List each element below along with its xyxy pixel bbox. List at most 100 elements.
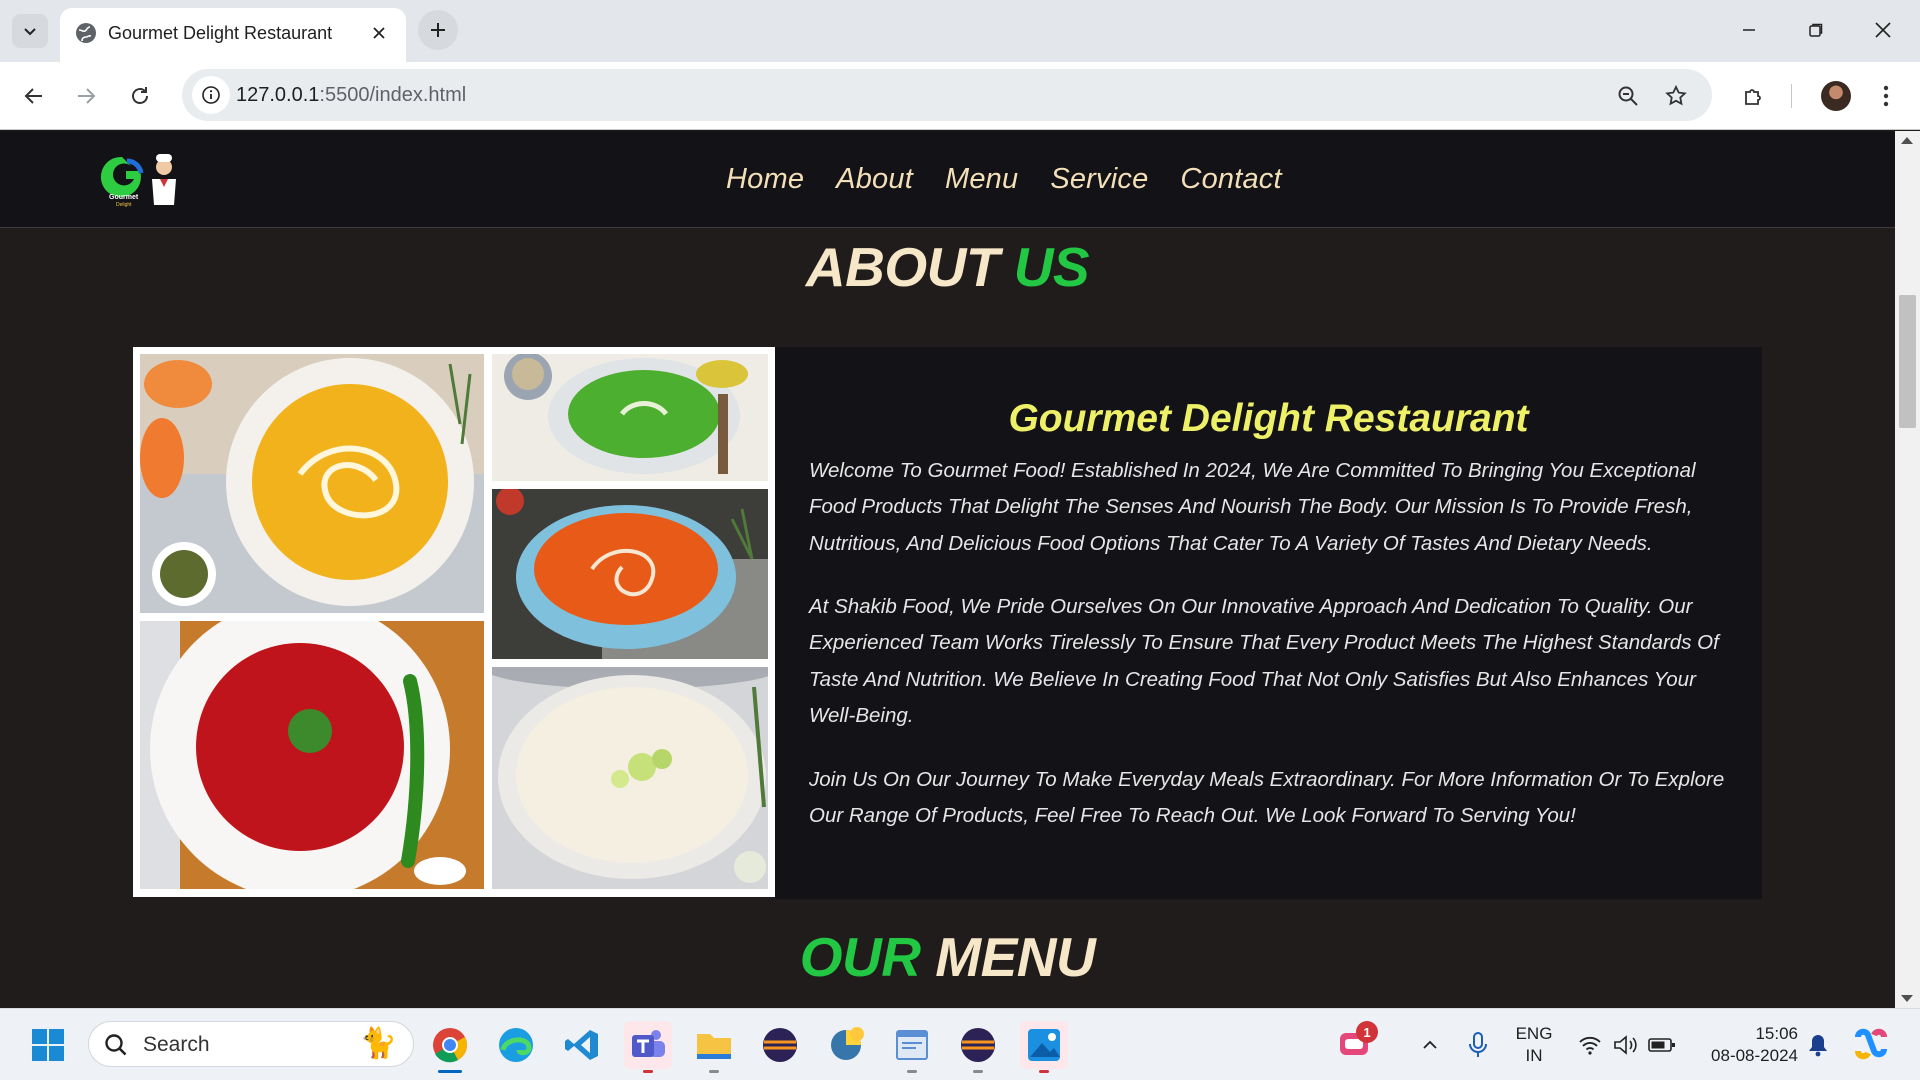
- forward-button[interactable]: [66, 76, 106, 116]
- tomato-soup-image: [492, 489, 768, 659]
- taskbar-eclipse[interactable]: [756, 1021, 804, 1069]
- nav-about[interactable]: About: [836, 161, 913, 197]
- page-scrollbar[interactable]: [1895, 131, 1920, 1008]
- window-app-icon: [896, 1030, 928, 1060]
- green-soup-image: [492, 354, 768, 481]
- folder-icon: [697, 1034, 731, 1059]
- address-bar[interactable]: 127.0.0.1:5500/index.html: [182, 69, 1712, 121]
- chevron-up-icon: [1423, 1040, 1437, 1049]
- info-icon: [202, 86, 220, 104]
- close-icon: [373, 27, 385, 39]
- nav-service[interactable]: Service: [1050, 161, 1148, 197]
- teams-icon: [632, 1030, 665, 1057]
- chrome-icon: [433, 1028, 467, 1063]
- taskbar-notepad-app[interactable]: [888, 1021, 936, 1073]
- volume-icon: [1614, 1035, 1637, 1055]
- url-path: :5500/index.html: [319, 84, 467, 106]
- window-minimize-button[interactable]: [1726, 10, 1772, 50]
- tab-title: Gourmet Delight Restaurant: [108, 23, 333, 43]
- microphone-button[interactable]: [1454, 1021, 1502, 1069]
- notifications-button[interactable]: [1794, 1021, 1842, 1069]
- reload-button[interactable]: [120, 76, 160, 116]
- taskbar-chrome[interactable]: [426, 1021, 474, 1073]
- scroll-down-arrow-icon[interactable]: [1901, 995, 1913, 1002]
- logo-wordmark: Gourmet: [109, 194, 139, 201]
- show-hidden-icons-button[interactable]: [1406, 1021, 1454, 1069]
- taskbar-vscode[interactable]: [558, 1021, 606, 1069]
- nav-contact[interactable]: Contact: [1180, 161, 1281, 197]
- bookmark-button[interactable]: [1656, 76, 1696, 116]
- zoom-button[interactable]: [1608, 76, 1648, 116]
- running-indicator: [709, 1070, 719, 1073]
- python-icon: [831, 1027, 864, 1060]
- windows-logo-icon: [32, 1029, 64, 1061]
- wifi-icon: [1579, 1036, 1601, 1055]
- running-indicator: [643, 1070, 653, 1073]
- arrow-right-icon: [78, 88, 96, 104]
- minimize-icon: [1743, 29, 1755, 31]
- about-paragraph-1: Welcome To Gourmet Food! Established In …: [809, 459, 1696, 555]
- nav-menu[interactable]: Menu: [945, 161, 1018, 197]
- site-header: Gourmet Delight Home About Menu Service …: [0, 131, 1895, 228]
- eclipse-icon: [961, 1028, 995, 1062]
- taskbar-file-explorer[interactable]: [690, 1021, 738, 1073]
- input-language[interactable]: ENG IN: [1504, 1023, 1564, 1067]
- restore-icon: [1809, 23, 1823, 37]
- site-info-button[interactable]: [192, 76, 230, 114]
- search-label: Search: [143, 1033, 210, 1056]
- menu-title-word-1: OUR: [799, 926, 921, 988]
- more-vertical-icon: [1883, 85, 1889, 107]
- url-text[interactable]: 127.0.0.1:5500/index.html: [236, 83, 466, 107]
- copilot-button[interactable]: [1846, 1021, 1894, 1069]
- profile-button[interactable]: [1816, 76, 1856, 116]
- logo-subtext: Delight: [116, 202, 132, 208]
- scrollbar-thumb[interactable]: [1899, 295, 1916, 428]
- window-close-button[interactable]: [1860, 10, 1906, 50]
- arrow-left-icon: [24, 88, 42, 104]
- battery-button[interactable]: [1642, 1021, 1682, 1069]
- volume-button[interactable]: [1606, 1021, 1646, 1069]
- browser-menu-button[interactable]: [1866, 76, 1906, 116]
- clock-time: 15:06: [1755, 1024, 1798, 1043]
- running-indicator: [907, 1070, 917, 1073]
- scroll-up-arrow-icon[interactable]: [1901, 137, 1913, 144]
- edge-icon: [499, 1028, 533, 1062]
- system-clock[interactable]: 15:06 08-08-2024: [1694, 1023, 1798, 1067]
- menu-section-title: OUR MENU: [0, 925, 1895, 989]
- window-restore-button[interactable]: [1793, 10, 1839, 50]
- url-host: 127.0.0.1: [236, 84, 320, 106]
- about-paragraph-2: At Shakib Food, We Pride Ourselves On Ou…: [809, 595, 1719, 727]
- nav-home[interactable]: Home: [726, 161, 804, 197]
- about-image-collage: [133, 347, 775, 897]
- start-button[interactable]: [24, 1021, 72, 1069]
- taskbar-edge[interactable]: [492, 1021, 540, 1069]
- about-heading: Gourmet Delight Restaurant: [1008, 397, 1529, 440]
- reload-icon: [132, 87, 148, 104]
- restaurant-logo[interactable]: Gourmet Delight: [94, 149, 184, 211]
- avatar: [1821, 81, 1851, 111]
- about-title-word-1: ABOUT: [805, 236, 1000, 298]
- network-button[interactable]: [1570, 1021, 1610, 1069]
- taskbar-search[interactable]: Search 🐈: [88, 1021, 414, 1067]
- taskbar-teams[interactable]: [624, 1021, 672, 1073]
- taskbar-python[interactable]: [822, 1021, 870, 1069]
- taskbar-photos[interactable]: [1020, 1021, 1068, 1073]
- zoom-out-icon: [1618, 86, 1638, 106]
- star-icon: [1665, 84, 1687, 106]
- photos-icon: [1028, 1029, 1060, 1061]
- pumpkin-soup-image: [140, 354, 484, 613]
- new-tab-button[interactable]: [418, 10, 458, 50]
- extensions-button[interactable]: [1734, 76, 1774, 116]
- toolbar-divider: [1791, 84, 1792, 108]
- taskbar-eclipse-2[interactable]: [954, 1021, 1002, 1073]
- tab-active[interactable]: Gourmet Delight Restaurant: [60, 8, 406, 62]
- browser-tab-bar: Gourmet Delight Restaurant: [0, 0, 1920, 62]
- beet-soup-image: [140, 621, 484, 889]
- back-button[interactable]: [14, 76, 54, 116]
- vscode-icon: [565, 1030, 598, 1060]
- eclipse-icon: [763, 1028, 797, 1062]
- copilot-icon: [1855, 1028, 1887, 1060]
- chevron-down-icon: [24, 28, 36, 36]
- tab-close-button[interactable]: [366, 20, 392, 46]
- tab-search-button[interactable]: [12, 14, 48, 48]
